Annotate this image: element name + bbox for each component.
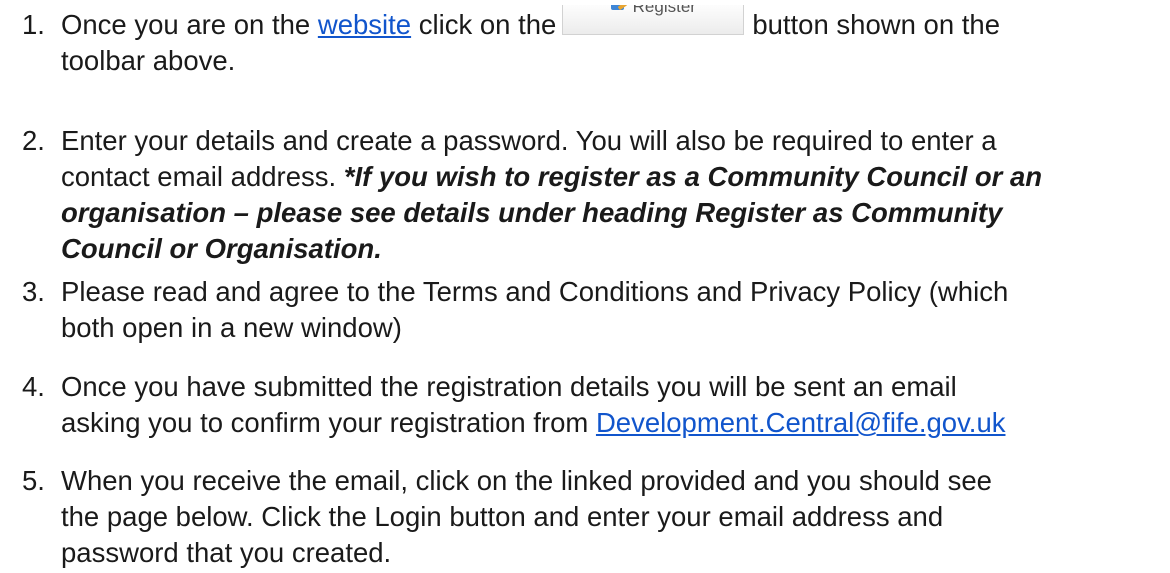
step-line: toolbar above. (61, 45, 236, 76)
step-number: 4. (22, 371, 45, 402)
step-line: Once you have submitted the registration… (61, 371, 957, 402)
emphasis-note: Council or Organisation. (61, 233, 382, 264)
step-number: 3. (22, 276, 45, 307)
step-line: asking you to confirm your registration … (61, 405, 1156, 441)
step-line: password that you created. (61, 537, 392, 568)
step-line: When you receive the email, click on the… (61, 465, 992, 496)
step-text: Once you have submitted the registration… (61, 369, 1156, 441)
website-link[interactable]: website (318, 9, 411, 40)
emphasis-note: organisation – please see details under … (61, 197, 1003, 228)
document-page: 1. Once you are on the website click on … (0, 0, 1170, 573)
step-text-fragment: asking you to confirm your registration … (61, 407, 596, 438)
register-button-label: Register (632, 5, 696, 16)
step-line: Council or Organisation. (61, 231, 1156, 267)
email-link[interactable]: Development.Central@fife.gov.uk (596, 407, 1006, 438)
step-line: organisation – please see details under … (61, 195, 1156, 231)
step-number: 5. (22, 465, 45, 496)
register-button-image: Register (562, 5, 745, 35)
step-text-fragment: contact email address. (61, 161, 344, 192)
step-text-fragment: Once you are on the (61, 9, 318, 40)
step-text: Please read and agree to the Terms and C… (61, 274, 1156, 346)
step-text: When you receive the email, click on the… (61, 463, 1156, 571)
register-icon (610, 5, 627, 12)
step-number: 2. (22, 125, 45, 156)
step-line: contact email address. *If you wish to r… (61, 159, 1156, 195)
step-line: Enter your details and create a password… (61, 125, 997, 156)
step-number: 1. (22, 9, 45, 40)
emphasis-note: *If you wish to register as a Community … (343, 161, 1043, 192)
step-text-fragment: button shown on the (752, 9, 1001, 40)
step-text: Once you are on the website click on the… (61, 5, 1156, 79)
step-text: Enter your details and create a password… (61, 123, 1156, 267)
step-line: the page below. Click the Login button a… (61, 501, 944, 532)
step-line: Please read and agree to the Terms and C… (61, 276, 1009, 307)
step-line: Once you are on the website click on the… (61, 5, 1156, 43)
step-line: both open in a new window) (61, 312, 402, 343)
step-text-fragment: click on the (411, 9, 557, 40)
